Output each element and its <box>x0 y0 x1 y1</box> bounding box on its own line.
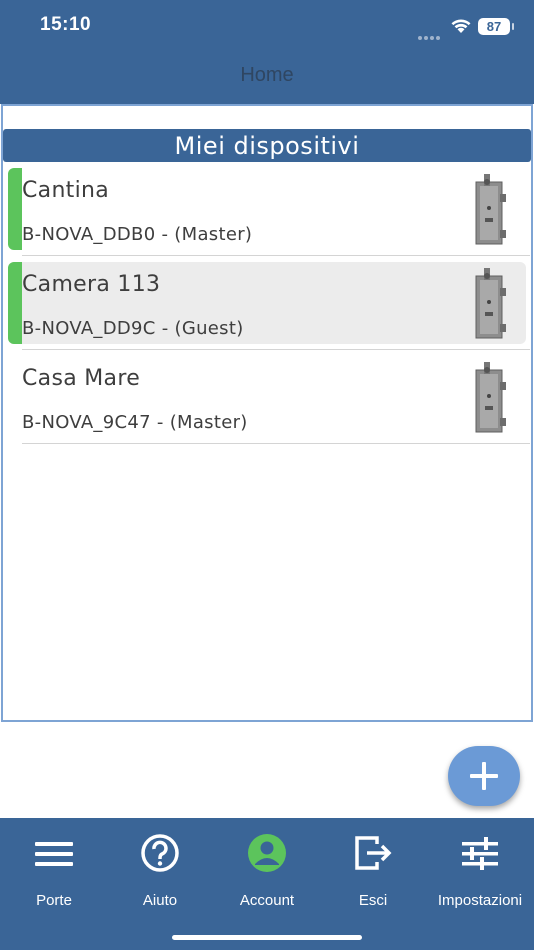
tab-porte[interactable]: Porte <box>1 832 107 909</box>
navigation-bar: Home <box>0 56 534 104</box>
row-divider <box>22 349 530 350</box>
plus-icon <box>470 762 498 790</box>
lock-device-icon <box>475 174 506 245</box>
page-title: Home <box>240 64 294 86</box>
device-id-role: B-NOVA_DDB0 - (Master) <box>22 224 253 245</box>
menu-icon <box>35 842 73 866</box>
signal-icon <box>418 25 444 40</box>
tab-aiuto[interactable]: Aiuto <box>107 832 213 909</box>
device-id-role: B-NOVA_DD9C - (Guest) <box>22 318 244 339</box>
section-header: Miei dispositivi <box>3 129 531 162</box>
status-time: 15:10 <box>40 14 92 35</box>
status-bar: 15:10 87 <box>0 0 534 56</box>
status-indicator-bar <box>8 262 22 344</box>
device-row[interactable]: Cantina B-NOVA_DDB0 - (Master) <box>8 168 528 250</box>
home-indicator <box>172 935 362 940</box>
device-name: Cantina <box>22 178 110 203</box>
device-row[interactable]: Casa Mare B-NOVA_9C47 - (Master) <box>8 356 528 438</box>
tab-bar: Porte Aiuto Account Esci Impostazioni <box>0 818 534 950</box>
tab-label: Impostazioni <box>437 892 523 909</box>
logout-icon <box>355 836 392 870</box>
settings-sliders-icon <box>462 837 498 870</box>
lock-device-icon <box>475 268 506 339</box>
device-row[interactable]: Camera 113 B-NOVA_DD9C - (Guest) <box>8 262 528 344</box>
row-divider <box>22 255 530 256</box>
lock-device-icon <box>475 362 506 433</box>
tab-impostazioni[interactable]: Impostazioni <box>427 832 533 909</box>
help-icon <box>141 834 179 872</box>
device-id-role: B-NOVA_9C47 - (Master) <box>22 412 248 433</box>
row-divider <box>22 443 530 444</box>
device-name: Camera 113 <box>22 272 161 297</box>
battery-icon: 87 <box>478 18 514 35</box>
account-icon <box>248 834 286 872</box>
wifi-icon <box>451 19 471 33</box>
status-indicator-bar <box>8 168 22 250</box>
device-name: Casa Mare <box>22 366 141 391</box>
add-device-button[interactable] <box>448 746 520 806</box>
tab-account[interactable]: Account <box>214 832 320 909</box>
tab-esci[interactable]: Esci <box>320 832 426 909</box>
